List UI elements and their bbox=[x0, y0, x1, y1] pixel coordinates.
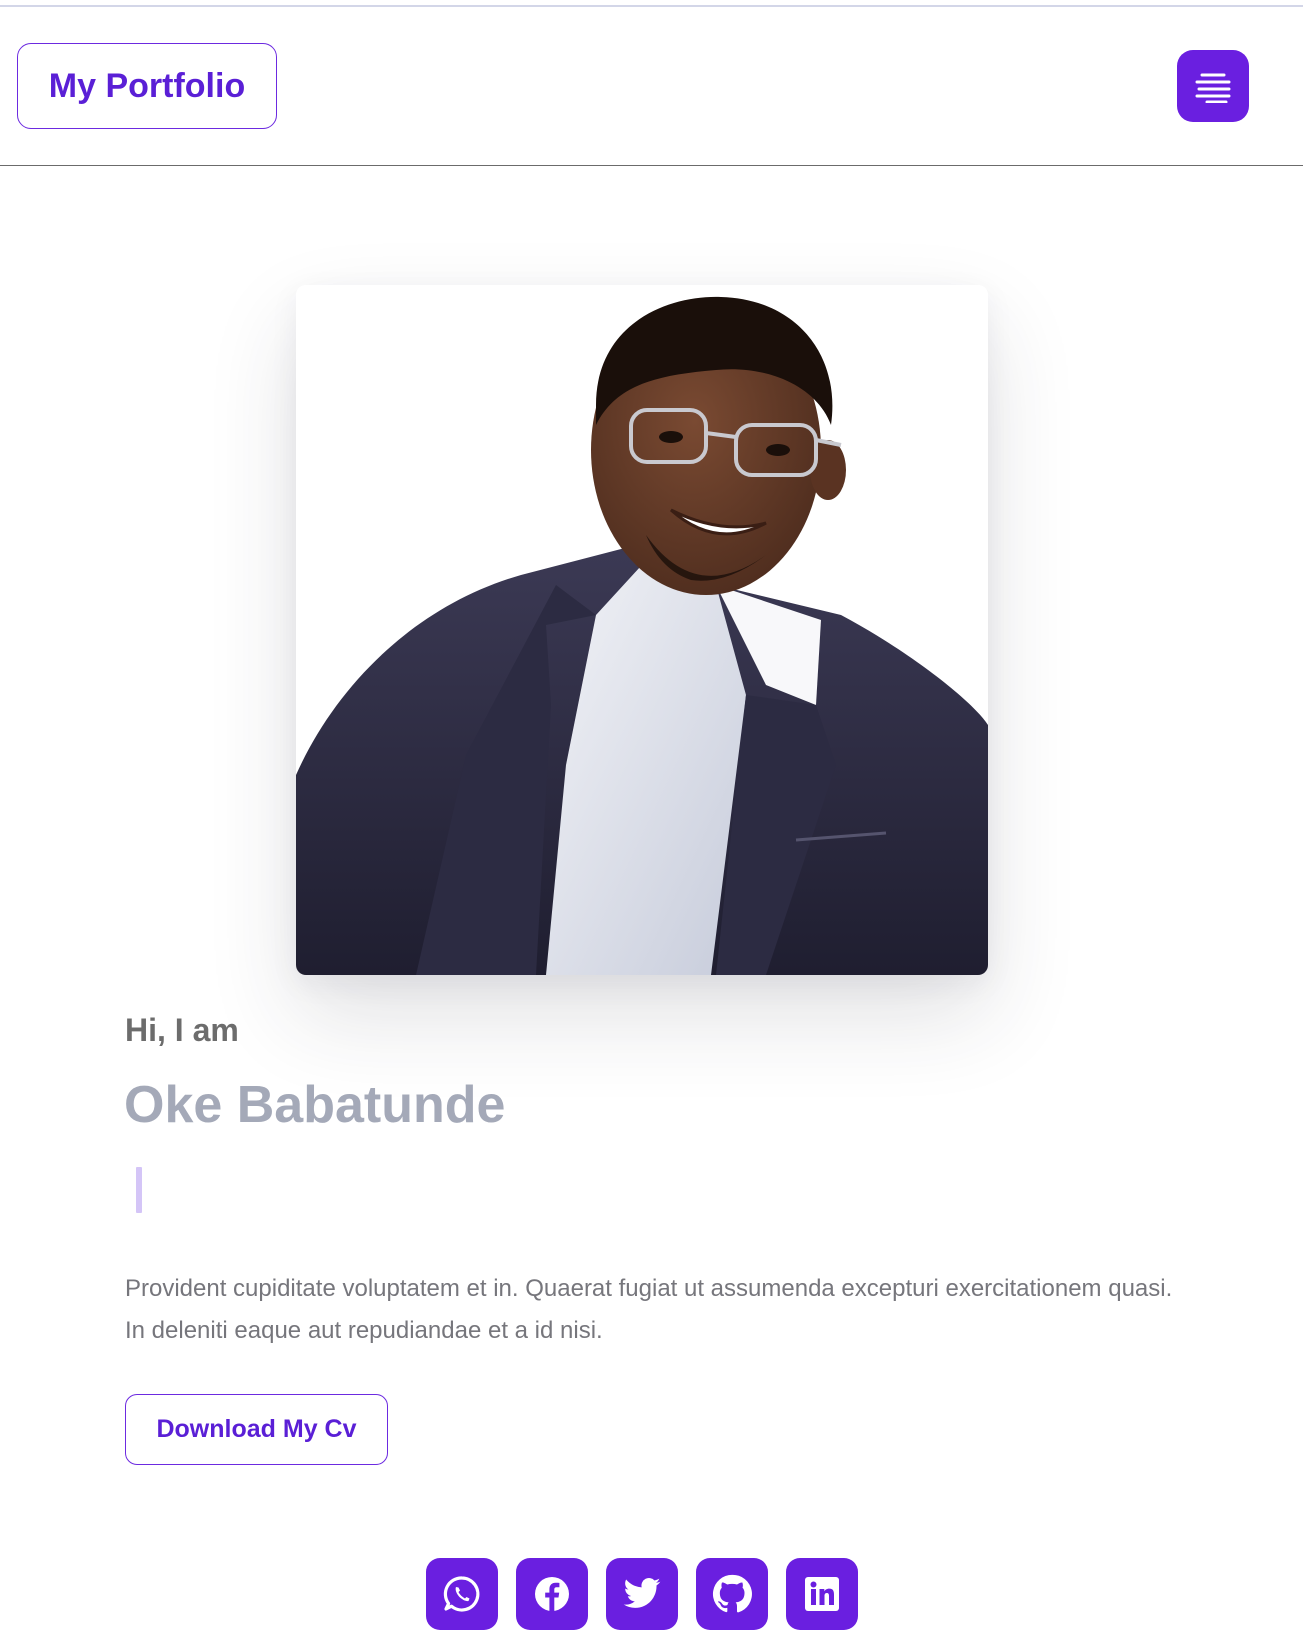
bio-text: Provident cupiditate voluptatem et in. Q… bbox=[125, 1275, 1173, 1344]
twitter-icon bbox=[623, 1578, 661, 1608]
brand-logo-button[interactable]: My Portfolio bbox=[17, 43, 277, 129]
greeting-text: Hi, I am bbox=[125, 1012, 239, 1048]
profile-name: Oke Babatunde bbox=[124, 1076, 506, 1134]
typing-cursor bbox=[136, 1167, 142, 1213]
top-divider bbox=[0, 0, 1303, 7]
download-cv-button[interactable]: Download My Cv bbox=[125, 1394, 388, 1465]
profile-photo bbox=[296, 285, 988, 975]
menu-button[interactable] bbox=[1177, 50, 1249, 122]
github-link[interactable] bbox=[696, 1558, 768, 1630]
facebook-icon bbox=[535, 1577, 569, 1611]
social-links bbox=[426, 1558, 858, 1630]
github-icon bbox=[712, 1574, 752, 1613]
twitter-link[interactable] bbox=[606, 1558, 678, 1630]
linkedin-link[interactable] bbox=[786, 1558, 858, 1630]
facebook-link[interactable] bbox=[516, 1558, 588, 1630]
whatsapp-icon bbox=[443, 1576, 480, 1612]
menu-icon bbox=[1195, 73, 1231, 103]
linkedin-icon bbox=[805, 1577, 839, 1611]
site-header: My Portfolio bbox=[0, 7, 1303, 166]
portrait-illustration bbox=[296, 285, 988, 975]
whatsapp-link[interactable] bbox=[426, 1558, 498, 1630]
